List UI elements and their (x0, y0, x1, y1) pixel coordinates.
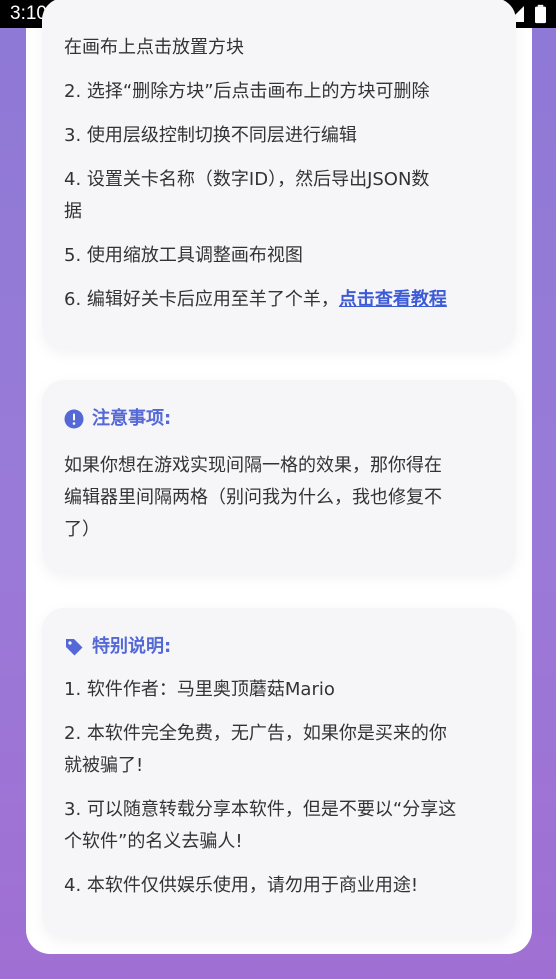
special-title-text: 特别说明: (92, 636, 172, 657)
instructions-card: 在画布上点击放置方块 2. 选择“删除方块”后点击画布上的方块可删除 3. 使用… (42, 0, 516, 350)
special-line-cont: 个软件”的名义去骗人! (64, 831, 243, 852)
battery-icon (535, 4, 546, 24)
instruction-item: 2. 选择“删除方块”后点击画布上的方块可删除 (64, 81, 430, 102)
special-line: 3. 可以随意转载分享本软件，但是不要以“分享这 (64, 799, 457, 820)
tutorial-link[interactable]: 点击查看教程 (339, 289, 447, 310)
exclamation-circle-icon (64, 409, 84, 429)
notice-line: 了） (64, 519, 100, 540)
special-line: 1. 软件作者：马里奥顶蘑菇Mario (64, 679, 335, 700)
instruction-item: 4. 设置关卡名称（数字ID），然后导出JSON数 (64, 169, 430, 190)
notice-line: 如果你想在游戏实现间隔一格的效果，那你得在 (64, 455, 442, 476)
special-card: 特别说明: 1. 软件作者：马里奥顶蘑菇Mario 2. 本软件完全免费，无广告… (42, 608, 516, 938)
special-title: 特别说明: (64, 634, 494, 660)
instruction-item: 6. 编辑好关卡后应用至羊了个羊，点击查看教程 (64, 284, 494, 316)
instruction-item-text: 6. 编辑好关卡后应用至羊了个羊， (64, 289, 339, 310)
content-panel: 在画布上点击放置方块 2. 选择“删除方块”后点击画布上的方块可删除 3. 使用… (26, 0, 532, 954)
special-line: 4. 本软件仅供娱乐使用，请勿用于商业用途! (64, 875, 419, 896)
notice-card: 注意事项: 如果你想在游戏实现间隔一格的效果，那你得在 编辑器里间隔两格（别问我… (42, 380, 516, 574)
notice-line: 编辑器里间隔两格（别问我为什么，我也修复不 (64, 487, 442, 508)
instruction-item: 在画布上点击放置方块 (64, 37, 244, 58)
notice-title-text: 注意事项: (92, 408, 172, 429)
special-line: 2. 本软件完全免费，无广告，如果你是买来的你 (64, 723, 447, 744)
tag-icon (66, 639, 83, 656)
instruction-item: 3. 使用层级控制切换不同层进行编辑 (64, 125, 357, 146)
special-line-cont: 就被骗了! (64, 755, 144, 776)
instruction-item-cont: 据 (64, 201, 82, 222)
notice-title: 注意事项: (64, 406, 494, 432)
instruction-item: 5. 使用缩放工具调整画布视图 (64, 245, 303, 266)
